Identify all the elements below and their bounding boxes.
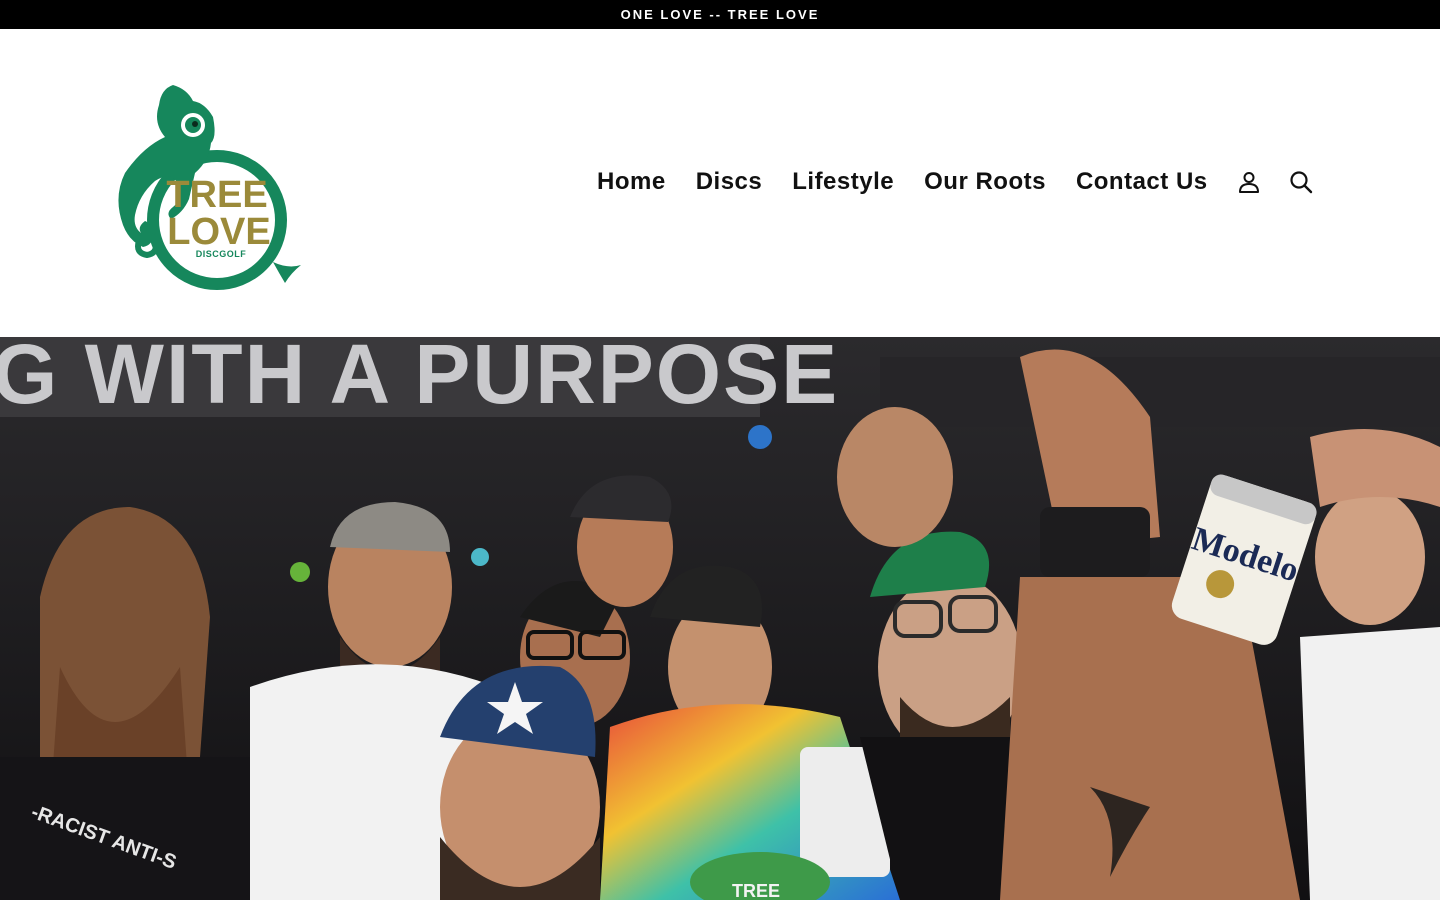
nav-discs[interactable]: Discs (681, 168, 778, 196)
announcement-text: ONE LOVE -- TREE LOVE (620, 7, 820, 22)
search-icon (1290, 171, 1312, 194)
nav-lifestyle[interactable]: Lifestyle (777, 168, 909, 196)
chameleon-logo-icon: TREE LOVE DISCGOLF (118, 85, 301, 290)
nav-home[interactable]: Home (582, 168, 681, 196)
crowd-photo-icon: G WITH A PURPOSE -RACIST ANTI-S TREE Mod… (0, 337, 1440, 900)
nav-contact-us[interactable]: Contact Us (1061, 168, 1223, 196)
nav-our-roots[interactable]: Our Roots (909, 168, 1061, 196)
main-nav: Home Discs Lifestyle Our Roots Contact U… (582, 164, 1327, 200)
cap-text: TREE (732, 881, 780, 900)
hero-banner: G WITH A PURPOSE -RACIST ANTI-S TREE Mod… (0, 337, 1440, 900)
hero-banner-text: G WITH A PURPOSE (0, 337, 839, 421)
logo-text-love: LOVE (167, 211, 270, 253)
logo-link[interactable]: TREE LOVE DISCGOLF (113, 77, 308, 292)
announcement-bar: ONE LOVE -- TREE LOVE (0, 0, 1440, 29)
logo-text-discgolf: DISCGOLF (196, 249, 247, 259)
user-icon (1238, 172, 1259, 193)
account-button[interactable] (1223, 164, 1275, 200)
site-header: TREE LOVE DISCGOLF Home Discs Lifestyle … (0, 29, 1440, 337)
logo-text-tree: TREE (166, 174, 267, 216)
search-button[interactable] (1275, 164, 1327, 200)
